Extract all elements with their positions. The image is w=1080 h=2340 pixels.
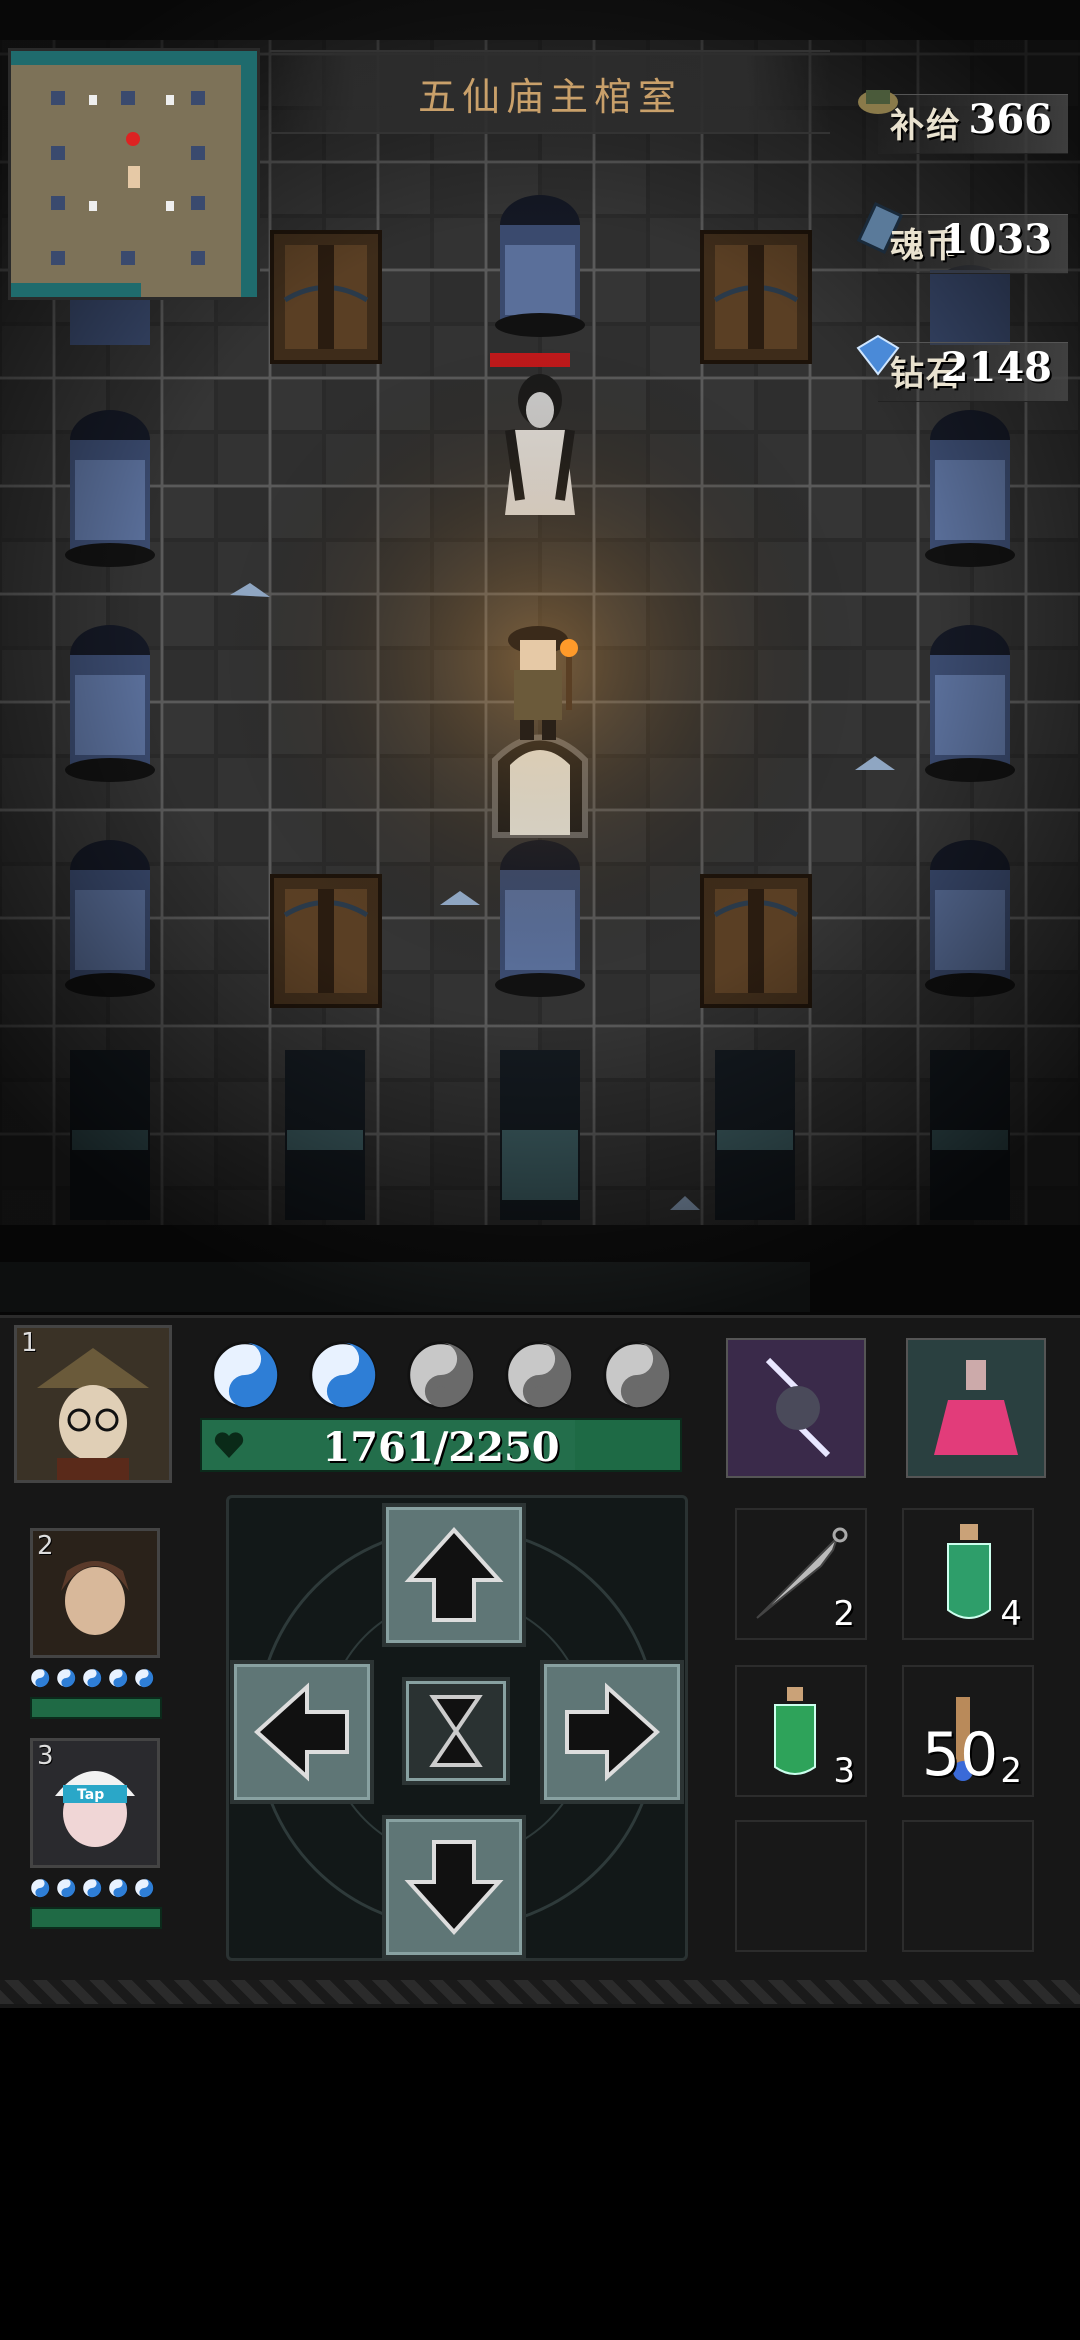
mini-yin-yang-icon	[108, 1878, 128, 1898]
mini-yin-yang-icon	[134, 1878, 154, 1898]
wait-button[interactable]	[402, 1677, 510, 1785]
move-down-button[interactable]	[382, 1815, 526, 1959]
item-count: 4	[1000, 1594, 1022, 1634]
move-left-button[interactable]	[230, 1660, 374, 1804]
minimap[interactable]	[8, 48, 260, 300]
mini-yin-yang-icon	[56, 1878, 76, 1898]
member-3-badge: Tap	[77, 1787, 105, 1803]
mini-yin-yang-icon	[108, 1668, 128, 1688]
diamond-value: 2148	[940, 344, 1052, 391]
soul-coin-counter[interactable]: 魂币 1033	[848, 200, 1068, 286]
mini-yin-yang-icon	[82, 1878, 102, 1898]
game-stage: 五仙庙主棺室 补给 366 魂币 1033 钻石 2148 1 1761/225…	[0, 0, 1080, 2340]
mini-yin-yang-icon	[30, 1668, 50, 1688]
supply-counter[interactable]: 补给 366	[848, 80, 1068, 166]
supply-label: 补给	[890, 106, 962, 146]
party-member-portrait[interactable]: 3 Tap	[30, 1738, 160, 1868]
supply-value: 366	[968, 96, 1053, 143]
floating-number: 50	[921, 1720, 999, 1790]
move-up-button[interactable]	[382, 1503, 526, 1647]
inventory-slot-green-potion[interactable]: 4	[902, 1508, 1034, 1640]
mini-yin-yang-icon	[56, 1668, 76, 1688]
yin-yang-energy-icon	[406, 1340, 476, 1410]
hp-text: 1761/2250	[322, 1424, 560, 1471]
mini-yin-yang-icon	[82, 1668, 102, 1688]
room-title-banner: 五仙庙主棺室	[270, 50, 830, 134]
member-2-index: 2	[37, 1531, 54, 1561]
inventory-slot-empty[interactable]	[902, 1820, 1034, 1952]
arrow-left-icon	[254, 1682, 349, 1782]
panel-bottom-trim	[0, 1980, 1080, 2004]
yin-yang-energy-icon	[504, 1340, 574, 1410]
leader-avatar	[17, 1328, 169, 1480]
inventory-slot-green-potion-small[interactable]: 3	[735, 1665, 867, 1797]
item-count: 3	[833, 1751, 855, 1791]
mini-yin-yang-icon	[30, 1878, 50, 1898]
member-2-hp-bar	[30, 1697, 162, 1719]
mini-yin-yang-icon	[134, 1668, 154, 1688]
soul-coin-value: 1033	[940, 216, 1052, 263]
potion-skill-button[interactable]	[906, 1338, 1046, 1478]
arrow-down-icon	[404, 1840, 504, 1935]
yin-yang-energy-icon	[210, 1340, 280, 1410]
item-count: 2	[1000, 1751, 1022, 1791]
room-title: 五仙庙主棺室	[417, 75, 682, 119]
arrow-up-icon	[404, 1527, 504, 1622]
leader-portrait[interactable]: 1	[14, 1325, 172, 1483]
lightning-skill-button[interactable]	[726, 1338, 866, 1478]
inventory-slot-kunai[interactable]: 2	[735, 1508, 867, 1640]
potion-skill-icon	[908, 1340, 1044, 1476]
item-count: 2	[833, 1594, 855, 1634]
hp-bar: 1761/2250	[200, 1418, 682, 1472]
move-right-button[interactable]	[540, 1660, 684, 1804]
member-3-index: 3	[37, 1741, 54, 1771]
hourglass-icon	[429, 1695, 483, 1767]
member-3-hp-bar	[30, 1907, 162, 1929]
inventory-slot-empty[interactable]	[735, 1820, 867, 1952]
yin-yang-energy-icon	[308, 1340, 378, 1410]
arrow-right-icon	[565, 1682, 660, 1782]
lightning-skill-icon	[728, 1340, 864, 1476]
leader-index: 1	[21, 1328, 38, 1358]
party-member-portrait[interactable]: 2	[30, 1528, 160, 1658]
yin-yang-energy-icon	[602, 1340, 672, 1410]
diamond-counter[interactable]: 钻石 2148	[848, 328, 1068, 414]
minimap-grid	[11, 51, 257, 297]
